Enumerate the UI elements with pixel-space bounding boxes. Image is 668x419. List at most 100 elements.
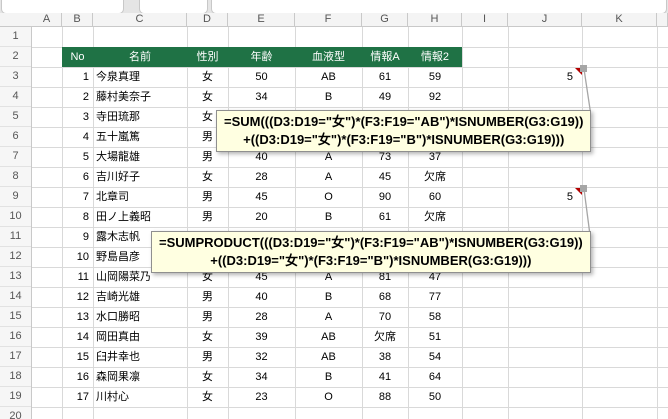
table-cell[interactable]: 34	[228, 367, 295, 387]
formula-input[interactable]	[211, 0, 667, 14]
row-header-9[interactable]: 9	[0, 187, 31, 207]
table-cell[interactable]: 77	[408, 287, 462, 307]
column-header-partial[interactable]	[657, 13, 668, 26]
row-header-16[interactable]: 16	[0, 327, 31, 347]
table-cell[interactable]: 50	[408, 387, 462, 407]
table-cell[interactable]: O	[295, 187, 362, 207]
table-cell[interactable]: 女	[187, 167, 228, 187]
cell-J9[interactable]: 5	[508, 187, 577, 207]
table-cell[interactable]: 藤村美奈子	[93, 87, 187, 107]
table-cell[interactable]: A	[295, 307, 362, 327]
table-cell[interactable]: 5	[62, 147, 93, 167]
row-header-18[interactable]: 18	[0, 367, 31, 387]
table-cell[interactable]: 男	[187, 207, 228, 227]
column-header-E[interactable]: E	[228, 13, 295, 26]
table-header-7[interactable]: 情報2	[408, 47, 462, 67]
table-cell[interactable]: 8	[62, 207, 93, 227]
table-header-2[interactable]: 名前	[93, 47, 187, 67]
table-cell[interactable]: 水口勝昭	[93, 307, 187, 327]
row-header-12[interactable]: 12	[0, 247, 31, 267]
table-cell[interactable]: 田ノ上義昭	[93, 207, 187, 227]
table-cell[interactable]: 23	[228, 387, 295, 407]
table-cell[interactable]: 64	[408, 367, 462, 387]
table-cell[interactable]: 88	[362, 387, 408, 407]
table-header-1[interactable]: No	[62, 47, 93, 67]
table-cell[interactable]: B	[295, 367, 362, 387]
column-header-I[interactable]: I	[462, 13, 508, 26]
table-cell[interactable]: 14	[62, 327, 93, 347]
table-cell[interactable]: 40	[228, 287, 295, 307]
table-cell[interactable]: 臼井幸也	[93, 347, 187, 367]
table-cell[interactable]: 寺田琉那	[93, 107, 187, 127]
table-cell[interactable]: 2	[62, 87, 93, 107]
table-cell[interactable]: 90	[362, 187, 408, 207]
table-cell[interactable]: 女	[187, 387, 228, 407]
table-cell[interactable]: O	[295, 387, 362, 407]
table-cell[interactable]: 男	[187, 347, 228, 367]
column-header-J[interactable]: J	[508, 13, 582, 26]
row-header-8[interactable]: 8	[0, 167, 31, 187]
table-cell[interactable]: 男	[187, 187, 228, 207]
table-header-6[interactable]: 情報A	[362, 47, 408, 67]
table-cell[interactable]: 17	[62, 387, 93, 407]
table-cell[interactable]: 9	[62, 227, 93, 247]
table-cell[interactable]: 女	[187, 367, 228, 387]
table-header-4[interactable]: 年齢	[228, 47, 295, 67]
row-header-6[interactable]: 6	[0, 127, 31, 147]
table-cell[interactable]: 58	[408, 307, 462, 327]
table-cell[interactable]: B	[295, 87, 362, 107]
table-cell[interactable]: 今泉真理	[93, 67, 187, 87]
row-header-19[interactable]: 19	[0, 387, 31, 407]
table-cell[interactable]: 54	[408, 347, 462, 367]
table-cell[interactable]: 五十嵐篤	[93, 127, 187, 147]
row-header-4[interactable]: 4	[0, 87, 31, 107]
table-cell[interactable]: AB	[295, 327, 362, 347]
table-cell[interactable]: 欠席	[362, 327, 408, 347]
row-header-17[interactable]: 17	[0, 347, 31, 367]
table-cell[interactable]: 38	[362, 347, 408, 367]
row-header-7[interactable]: 7	[0, 147, 31, 167]
table-cell[interactable]: 28	[228, 167, 295, 187]
table-cell[interactable]: 6	[62, 167, 93, 187]
table-cell[interactable]: 3	[62, 107, 93, 127]
table-cell[interactable]: 61	[362, 207, 408, 227]
table-cell[interactable]: AB	[295, 347, 362, 367]
table-cell[interactable]: B	[295, 287, 362, 307]
table-cell[interactable]: 女	[187, 327, 228, 347]
table-cell[interactable]: 森岡果凛	[93, 367, 187, 387]
table-cell[interactable]: 女	[187, 87, 228, 107]
row-header-20[interactable]: 20	[0, 407, 31, 419]
table-cell[interactable]: 10	[62, 247, 93, 267]
row-header-15[interactable]: 15	[0, 307, 31, 327]
table-cell[interactable]: 吉崎光雄	[93, 287, 187, 307]
table-cell[interactable]: 4	[62, 127, 93, 147]
table-cell[interactable]: 欠席	[408, 167, 462, 187]
table-cell[interactable]: 吉川好子	[93, 167, 187, 187]
table-cell[interactable]: 男	[187, 287, 228, 307]
row-header-11[interactable]: 11	[0, 227, 31, 247]
table-cell[interactable]: B	[295, 207, 362, 227]
column-header-G[interactable]: G	[362, 13, 408, 26]
row-header-14[interactable]: 14	[0, 287, 31, 307]
table-cell[interactable]: 39	[228, 327, 295, 347]
table-cell[interactable]: 68	[362, 287, 408, 307]
column-header-B[interactable]: B	[62, 13, 93, 26]
table-cell[interactable]: 川村心	[93, 387, 187, 407]
table-cell[interactable]: 13	[62, 307, 93, 327]
table-cell[interactable]: 45	[228, 187, 295, 207]
column-header-K[interactable]: K	[582, 13, 657, 26]
name-box[interactable]	[1, 0, 124, 14]
table-cell[interactable]: 12	[62, 287, 93, 307]
row-header-13[interactable]: 13	[0, 267, 31, 287]
table-cell[interactable]: 61	[362, 67, 408, 87]
cell-J3[interactable]: 5	[508, 67, 577, 87]
table-cell[interactable]: 20	[228, 207, 295, 227]
table-cell[interactable]: 女	[187, 67, 228, 87]
table-cell[interactable]: 51	[408, 327, 462, 347]
table-cell[interactable]: 大場龍雄	[93, 147, 187, 167]
table-cell[interactable]: 50	[228, 67, 295, 87]
table-cell[interactable]: 70	[362, 307, 408, 327]
table-cell[interactable]: 34	[228, 87, 295, 107]
row-header-10[interactable]: 10	[0, 207, 31, 227]
table-cell[interactable]: 7	[62, 187, 93, 207]
